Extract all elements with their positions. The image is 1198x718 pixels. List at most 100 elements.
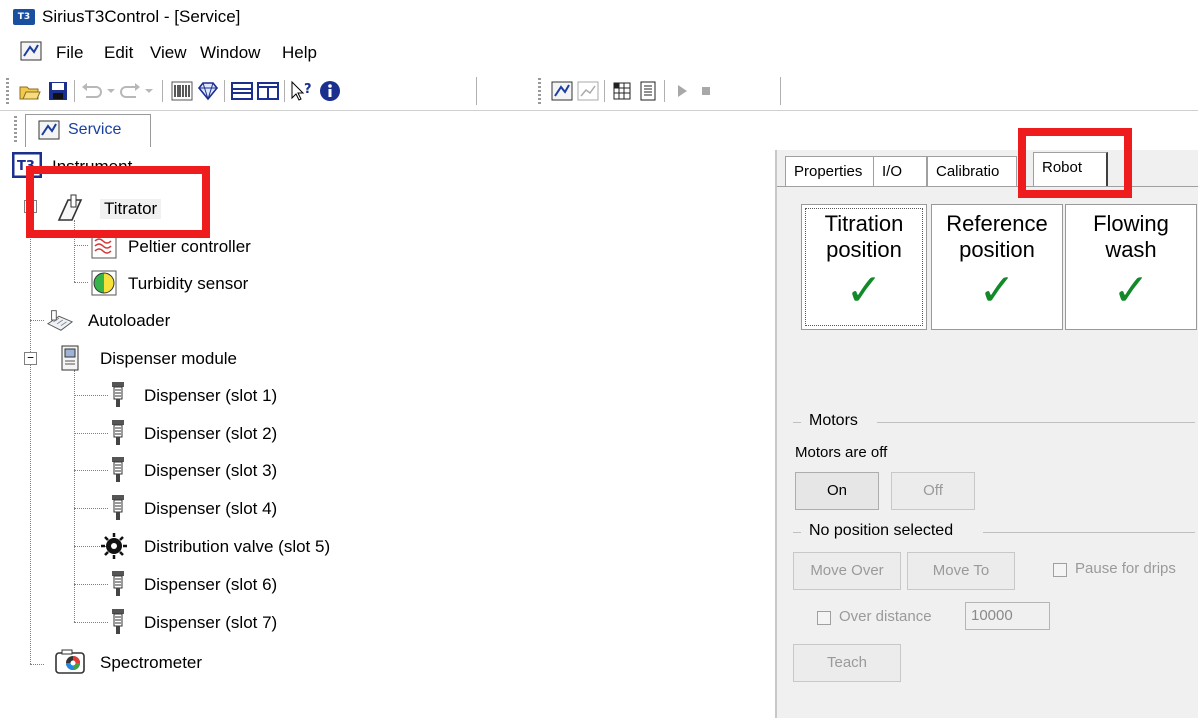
play-icon[interactable] <box>670 79 694 103</box>
context-help-icon[interactable]: ? <box>290 79 314 103</box>
info-icon[interactable] <box>318 79 342 103</box>
tree-node-instrument[interactable]: T3 Instrument <box>12 150 212 186</box>
instrument-tree[interactable]: T3 Instrument − Titrator Peltier control… <box>0 150 777 718</box>
diamond-icon[interactable] <box>196 79 220 103</box>
titration-position-button[interactable]: Titration position ✓ <box>801 204 927 330</box>
move-over-button[interactable]: Move Over <box>793 552 901 590</box>
tree-node-titrator[interactable]: Titrator <box>56 190 256 226</box>
tree-node-label: Distribution valve (slot 5) <box>144 537 331 556</box>
list-icon[interactable] <box>636 79 660 103</box>
motors-status: Motors are off <box>795 444 888 461</box>
tab-service[interactable]: Service <box>25 114 151 147</box>
menu-help[interactable]: Help <box>282 43 317 63</box>
menu-edit[interactable]: Edit <box>104 43 133 63</box>
redo-icon[interactable] <box>118 79 142 103</box>
toolbar-separator <box>224 80 225 102</box>
tree-connector <box>30 168 31 664</box>
dispenser-module-icon <box>61 345 79 371</box>
reference-position-button[interactable]: Reference position ✓ <box>931 204 1063 330</box>
undo-icon[interactable] <box>80 79 104 103</box>
motors-on-button[interactable]: On <box>795 472 879 510</box>
menu-bar: File Edit View Window Help <box>0 36 1198 68</box>
tree-node-label: Dispenser (slot 7) <box>144 613 278 632</box>
flowing-wash-button[interactable]: Flowing wash ✓ <box>1065 204 1197 330</box>
tree-connector <box>30 320 44 321</box>
check-icon: ✓ <box>1112 266 1150 315</box>
tree-node-dispenser-slot-2[interactable]: Dispenser (slot 2) <box>108 415 408 451</box>
tree-expander[interactable]: − <box>24 200 37 213</box>
tab-bar-grip <box>14 116 17 142</box>
save-icon[interactable] <box>46 79 70 103</box>
motors-off-button[interactable]: Off <box>891 472 975 510</box>
tree-node-autoloader[interactable]: Autoloader <box>46 302 346 338</box>
window-title: SiriusT3Control - [Service] <box>42 7 241 26</box>
toolbar-separator <box>780 77 781 105</box>
service-doc-icon[interactable] <box>20 41 42 61</box>
service-view-icon[interactable] <box>550 79 574 103</box>
dispenser-icon <box>112 495 124 520</box>
tree-node-dispenser-slot-4[interactable]: Dispenser (slot 4) <box>108 490 408 526</box>
tree-connector <box>74 584 108 585</box>
split-vertical-icon[interactable] <box>256 79 280 103</box>
toolbar-separator <box>284 80 285 102</box>
tab-robot[interactable]: Robot <box>1033 152 1108 187</box>
toolbar-separator <box>664 80 665 102</box>
position-label-line1: Flowing <box>1093 211 1169 236</box>
tree-connector <box>74 220 75 282</box>
pause-for-drips-checkbox[interactable] <box>1053 563 1067 577</box>
split-horizontal-icon[interactable] <box>230 79 254 103</box>
tree-connector <box>74 508 108 509</box>
tree-connector <box>74 470 108 471</box>
tree-node-dispenser-slot-1[interactable]: Dispenser (slot 1) <box>108 377 408 413</box>
tree-node-dispenser-slot-3[interactable]: Dispenser (slot 3) <box>108 452 408 488</box>
tree-node-peltier-controller[interactable]: Peltier controller <box>90 228 390 264</box>
tab-io[interactable]: I/O <box>873 156 927 187</box>
position-label-line2: position <box>826 237 902 262</box>
toolbar: ? <box>0 70 1198 111</box>
barcode-icon[interactable] <box>170 79 194 103</box>
tree-node-dispenser-module[interactable]: Dispenser module <box>56 340 356 376</box>
teach-button[interactable]: Teach <box>793 644 901 682</box>
open-icon[interactable] <box>18 79 42 103</box>
pause-for-drips-label: Pause for drips <box>1075 560 1176 577</box>
grid-icon[interactable] <box>610 79 634 103</box>
tree-node-label: Dispenser (slot 3) <box>144 461 278 480</box>
tree-node-distribution-valve[interactable]: Distribution valve (slot 5) <box>100 528 420 564</box>
stop-icon[interactable] <box>694 79 718 103</box>
undo-dropdown-icon[interactable] <box>104 79 118 103</box>
spectrometer-icon <box>55 649 85 674</box>
over-distance-checkbox[interactable] <box>817 611 831 625</box>
toolbar-grip[interactable] <box>6 78 9 104</box>
tree-node-spectrometer[interactable]: Spectrometer <box>54 644 354 680</box>
robot-panel: Properties I/O Calibratio Robot Titratio… <box>777 150 1198 718</box>
group-line <box>877 422 1195 423</box>
tree-node-dispenser-slot-6[interactable]: Dispenser (slot 6) <box>108 566 408 602</box>
group-line <box>983 532 1195 533</box>
over-distance-input[interactable]: 10000 <box>965 602 1050 630</box>
over-distance-label: Over distance <box>839 608 932 625</box>
tab-calibration[interactable]: Calibratio <box>927 156 1017 187</box>
tree-node-dispenser-slot-7[interactable]: Dispenser (slot 7) <box>108 604 408 640</box>
toolbar-grip[interactable] <box>538 78 541 104</box>
titrator-icon <box>57 194 83 221</box>
motors-group-title: Motors <box>809 412 858 429</box>
tree-node-label: Instrument <box>52 157 133 176</box>
menu-window[interactable]: Window <box>200 43 260 63</box>
group-line <box>793 422 801 423</box>
svg-text:?: ? <box>304 82 312 97</box>
tree-connector <box>74 245 88 246</box>
peltier-icon <box>91 233 117 259</box>
tree-node-turbidity-sensor[interactable]: Turbidity sensor <box>90 265 390 301</box>
move-to-button[interactable]: Move To <box>907 552 1015 590</box>
redo-dropdown-icon[interactable] <box>142 79 156 103</box>
menu-file[interactable]: File <box>56 43 83 63</box>
menu-view[interactable]: View <box>150 43 187 63</box>
document-tab-bar: Service <box>0 112 1198 150</box>
chart-view-icon[interactable] <box>576 79 600 103</box>
tree-expander[interactable]: − <box>24 352 37 365</box>
dispenser-icon <box>112 420 124 445</box>
toolbar-separator <box>162 80 163 102</box>
turbidity-icon <box>91 270 117 296</box>
position-label-line2: position <box>959 237 1035 262</box>
dispenser-icon <box>112 382 124 407</box>
